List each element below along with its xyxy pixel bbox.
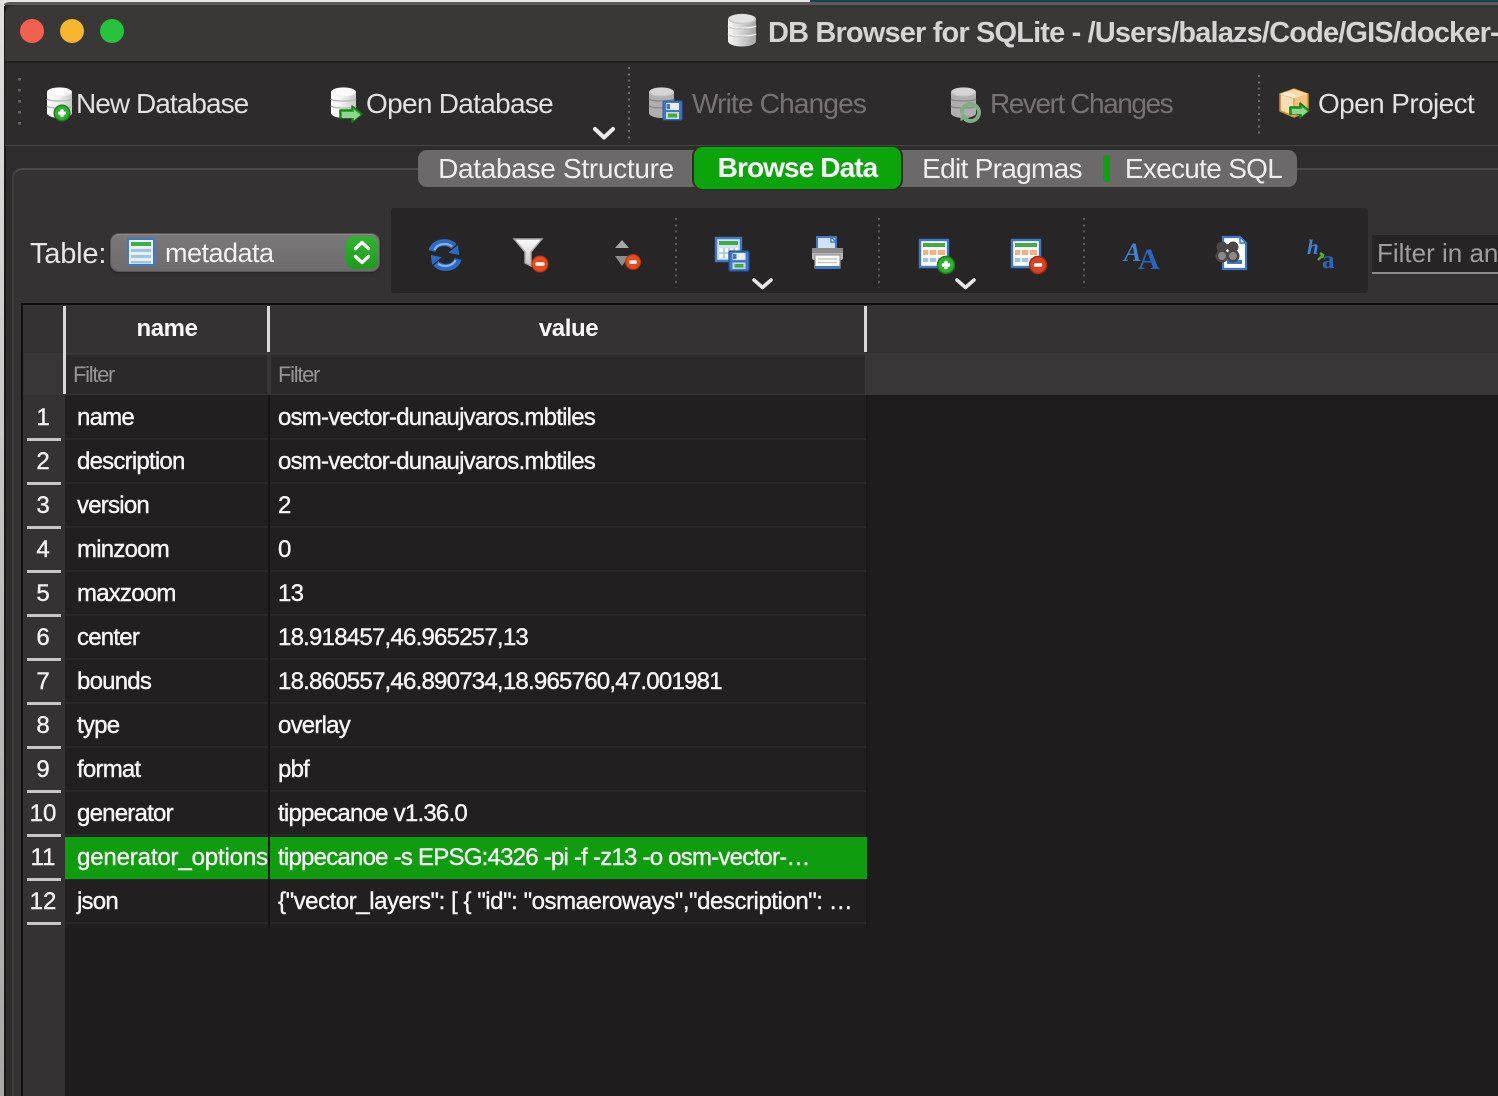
svg-text:A: A (1138, 243, 1160, 275)
svg-text:a: a (1322, 247, 1335, 274)
svg-text:h: h (1307, 236, 1319, 259)
